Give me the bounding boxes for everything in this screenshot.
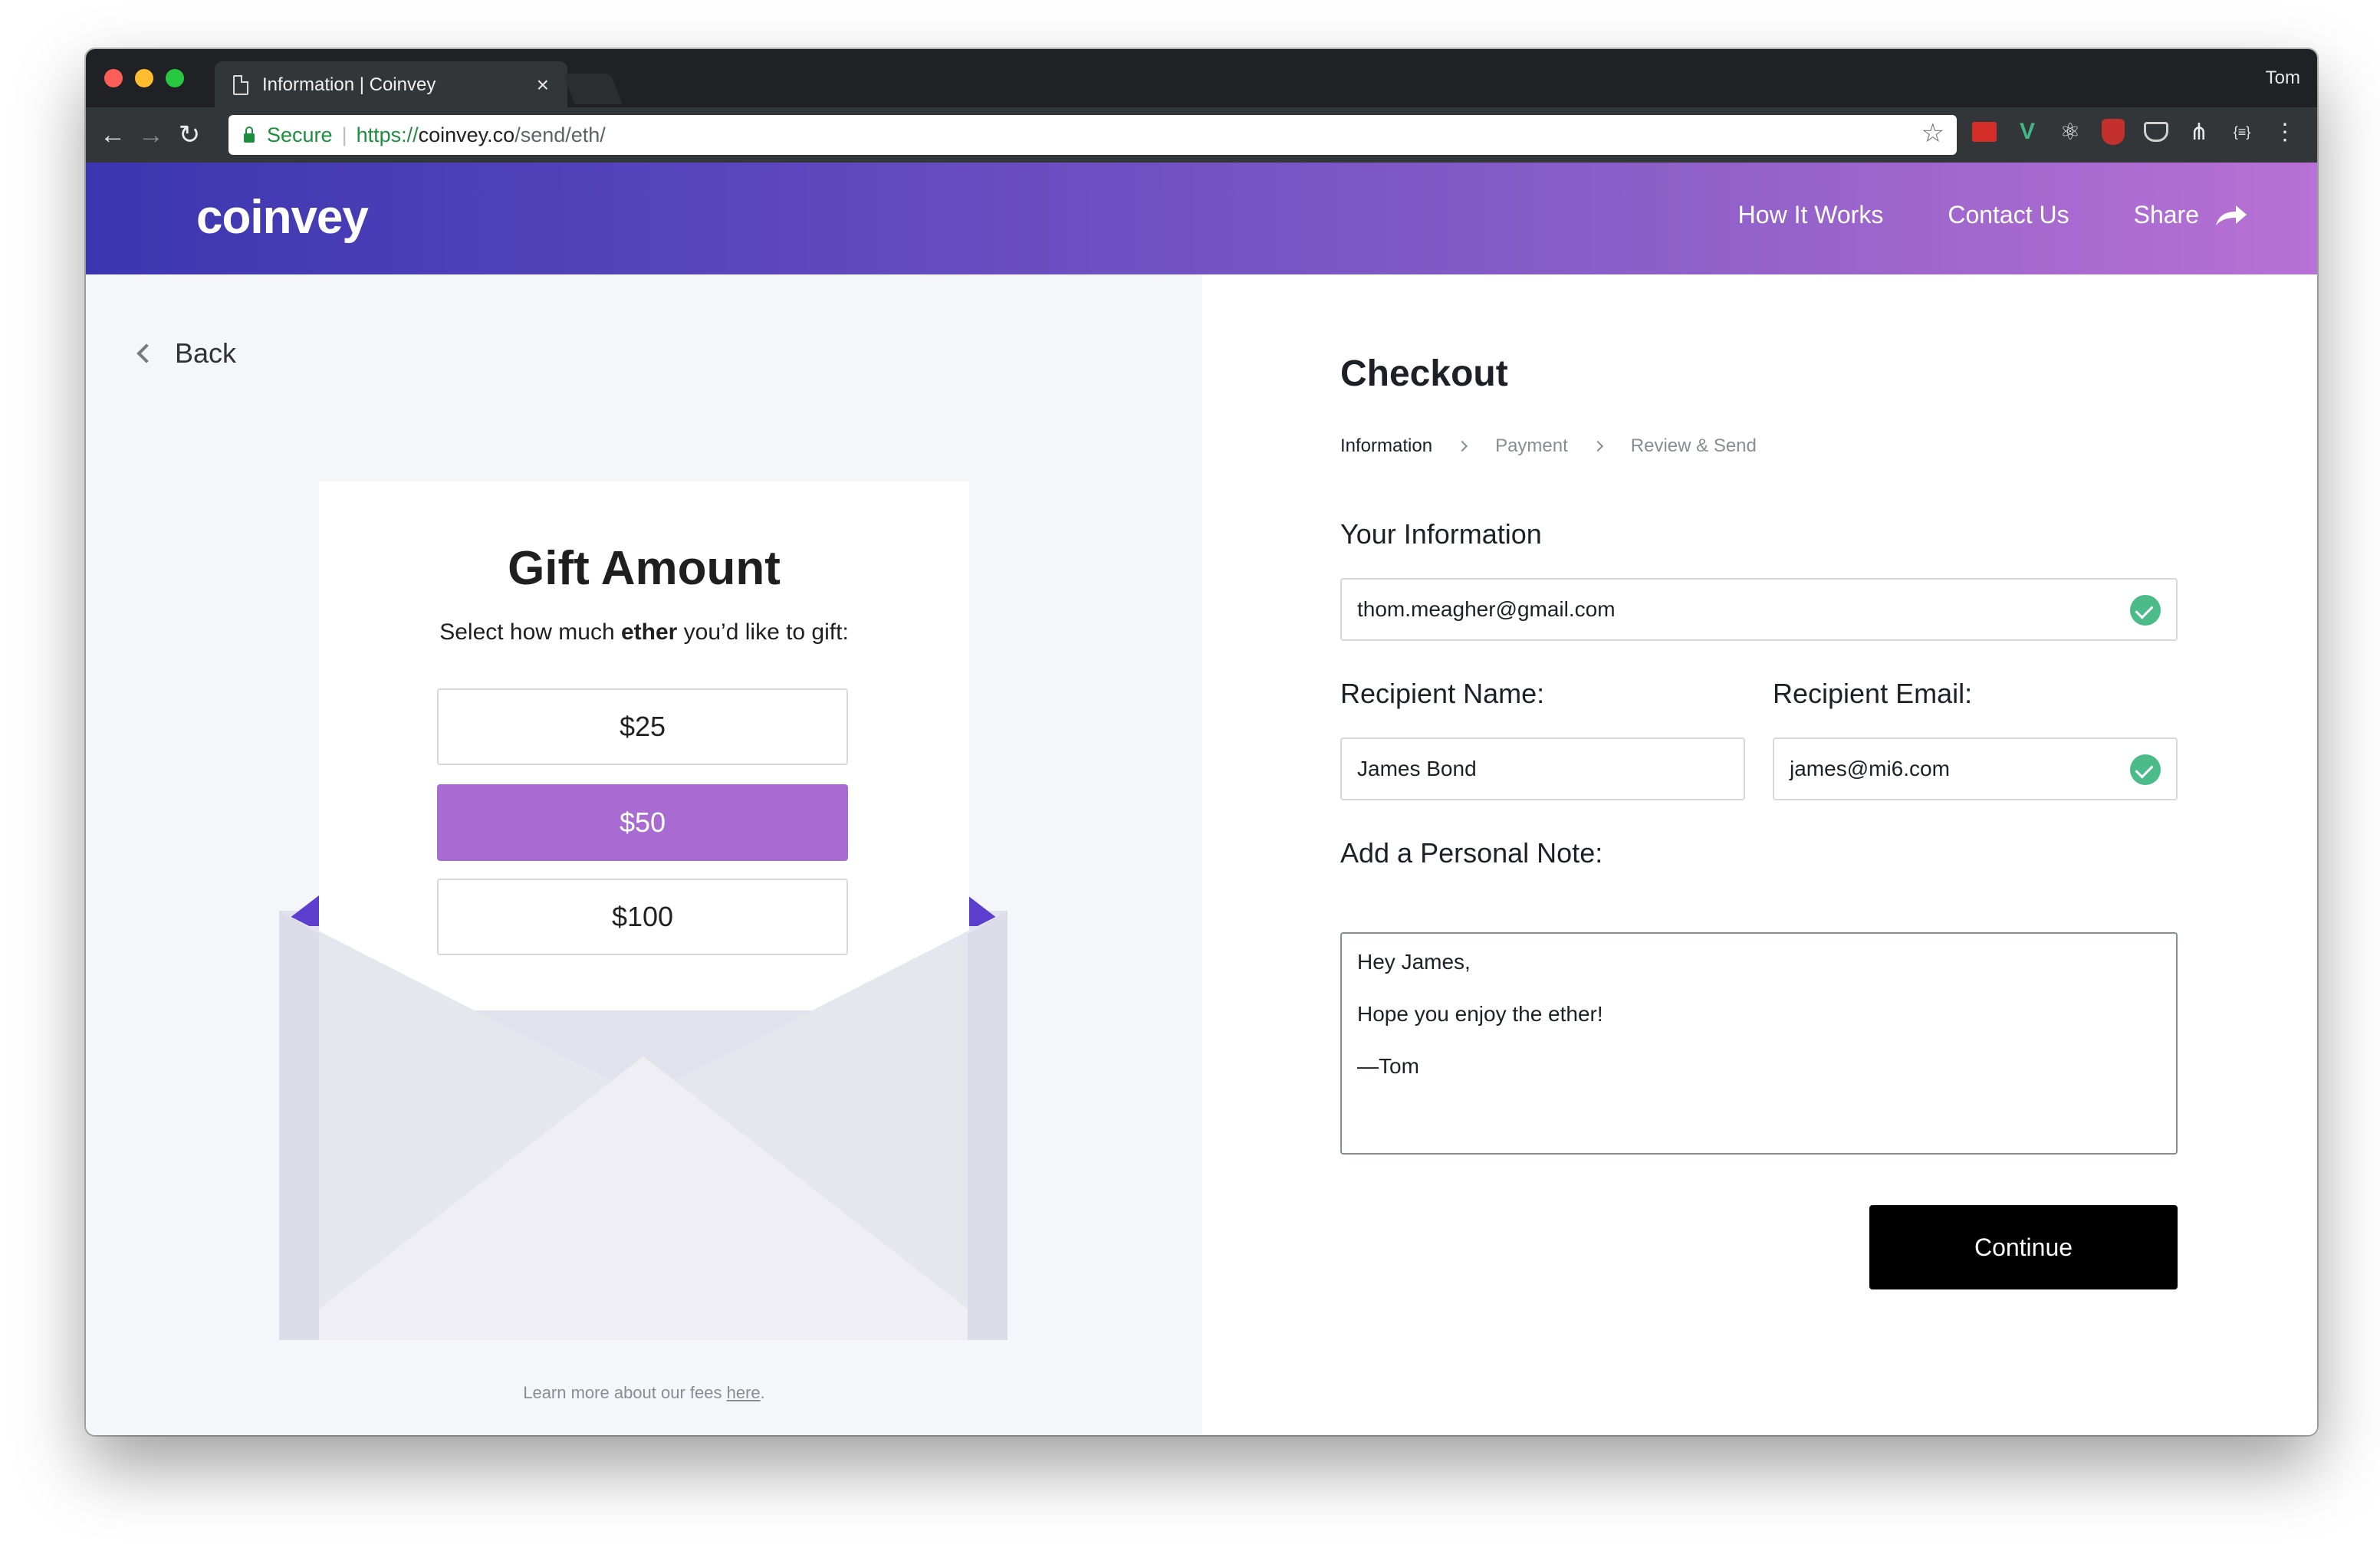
personal-note-textarea[interactable]: Hey James, Hope you enjoy the ether! —To… bbox=[1340, 932, 2178, 1155]
gift-panel: Back Gift Amount Select how much ether y… bbox=[86, 274, 1202, 1435]
nav-share[interactable]: Share bbox=[2134, 201, 2248, 229]
secure-label: Secure bbox=[267, 123, 333, 146]
envelope-front bbox=[279, 911, 1008, 1340]
extension-ublock-icon[interactable] bbox=[2098, 117, 2129, 147]
your-email-field[interactable]: thom.meagher@gmail.com bbox=[1340, 578, 2178, 641]
step-payment[interactable]: Payment bbox=[1495, 435, 1568, 457]
chevron-left-icon bbox=[136, 343, 156, 363]
check-circle-icon bbox=[2130, 754, 2161, 785]
amount-option-25[interactable]: $25 bbox=[437, 688, 848, 765]
note-line: Hey James, bbox=[1357, 950, 1471, 974]
chevron-right-icon bbox=[1456, 440, 1468, 452]
step-information[interactable]: Information bbox=[1340, 435, 1432, 457]
your-information-label: Your Information bbox=[1340, 518, 1542, 550]
recipient-email-label: Recipient Email: bbox=[1773, 678, 1973, 709]
site-nav: How It Works Contact Us Share bbox=[1738, 201, 2248, 229]
extension-network-icon[interactable]: ⋔ bbox=[2184, 117, 2214, 147]
browser-menu-icon[interactable]: ⋮ bbox=[2270, 117, 2300, 147]
extension-react-icon[interactable]: ⚛ bbox=[2055, 117, 2086, 147]
url-scheme: https:// bbox=[356, 123, 419, 146]
personal-note-label: Add a Personal Note: bbox=[1340, 837, 1603, 869]
site-header: coinvey How It Works Contact Us Share bbox=[86, 163, 2317, 274]
coinvey-logo[interactable]: coinvey bbox=[196, 190, 369, 245]
recipient-email-value: james@mi6.com bbox=[1790, 757, 1950, 780]
extension-json-icon[interactable]: {≡} bbox=[2227, 117, 2257, 147]
profile-name[interactable]: Tom bbox=[2266, 67, 2300, 89]
gift-subtitle: Select how much ether you’d like to gift… bbox=[319, 619, 969, 646]
check-circle-icon bbox=[2130, 595, 2161, 626]
chevron-right-icon bbox=[1592, 440, 1603, 452]
back-arrow-icon[interactable]: ← bbox=[94, 116, 132, 154]
gift-subtitle-bold: ether bbox=[620, 619, 678, 645]
page-icon bbox=[233, 75, 248, 95]
forward-arrow-icon[interactable]: → bbox=[132, 116, 170, 154]
window-controls bbox=[104, 69, 184, 87]
gift-subtitle-pre: Select how much bbox=[439, 619, 621, 645]
share-label: Share bbox=[2133, 201, 2199, 228]
recipient-name-value: James Bond bbox=[1357, 757, 1477, 780]
fees-text: Learn more about our fees bbox=[523, 1383, 727, 1402]
tab-title: Information | Coinvey bbox=[262, 74, 436, 95]
continue-button[interactable]: Continue bbox=[1869, 1205, 2178, 1289]
lock-icon bbox=[244, 126, 255, 143]
recipient-email-field[interactable]: james@mi6.com bbox=[1773, 738, 2178, 800]
recipient-name-field[interactable]: James Bond bbox=[1340, 738, 1745, 800]
browser-window: Information | Coinvey × Tom ← → ↻ Secure… bbox=[86, 49, 2317, 1435]
close-window-button[interactable] bbox=[104, 69, 123, 87]
step-review-send[interactable]: Review & Send bbox=[1631, 435, 1757, 457]
checkout-title: Checkout bbox=[1340, 353, 1508, 394]
your-email-value: thom.meagher@gmail.com bbox=[1357, 597, 1616, 621]
new-tab-button[interactable] bbox=[563, 74, 623, 104]
gift-subtitle-post: you’d like to gift: bbox=[677, 619, 849, 645]
address-bar[interactable]: Secure | https:// coinvey.co /send/eth/ … bbox=[228, 115, 1957, 155]
close-tab-icon[interactable]: × bbox=[537, 74, 549, 96]
note-line: —Tom bbox=[1357, 1054, 1419, 1078]
url-separator: | bbox=[341, 123, 347, 146]
url-host: coinvey.co bbox=[418, 123, 515, 146]
nav-contact-us[interactable]: Contact Us bbox=[1948, 201, 2069, 229]
back-link[interactable]: Back bbox=[136, 337, 237, 370]
gift-title: Gift Amount bbox=[508, 542, 781, 595]
extension-lastpass-icon[interactable] bbox=[1969, 117, 2000, 147]
checkout-panel: Checkout Information Payment Review & Se… bbox=[1202, 274, 2317, 1435]
extension-pocket-icon[interactable] bbox=[2141, 117, 2171, 147]
fees-period: . bbox=[760, 1383, 765, 1402]
checkout-steps: Information Payment Review & Send bbox=[1340, 435, 1757, 457]
amount-option-50[interactable]: $50 bbox=[437, 784, 848, 861]
browser-tab[interactable]: Information | Coinvey × bbox=[215, 61, 567, 109]
back-label: Back bbox=[175, 337, 237, 369]
nav-how-it-works[interactable]: How It Works bbox=[1738, 201, 1884, 229]
recipient-name-label: Recipient Name: bbox=[1340, 678, 1545, 709]
bookmark-star-icon[interactable]: ☆ bbox=[1921, 118, 1944, 149]
tab-strip: Information | Coinvey × Tom bbox=[86, 49, 2317, 109]
extension-vue-icon[interactable]: V bbox=[2012, 117, 2043, 147]
fees-here-link[interactable]: here bbox=[727, 1383, 761, 1402]
fees-note: Learn more about our fees here. bbox=[86, 1383, 1202, 1403]
reload-icon[interactable]: ↻ bbox=[170, 116, 209, 154]
url-path: /send/eth/ bbox=[514, 123, 606, 146]
note-line: Hope you enjoy the ether! bbox=[1357, 1002, 1603, 1026]
minimize-window-button[interactable] bbox=[135, 69, 153, 87]
share-arrow-icon bbox=[2216, 205, 2247, 225]
maximize-window-button[interactable] bbox=[166, 69, 184, 87]
